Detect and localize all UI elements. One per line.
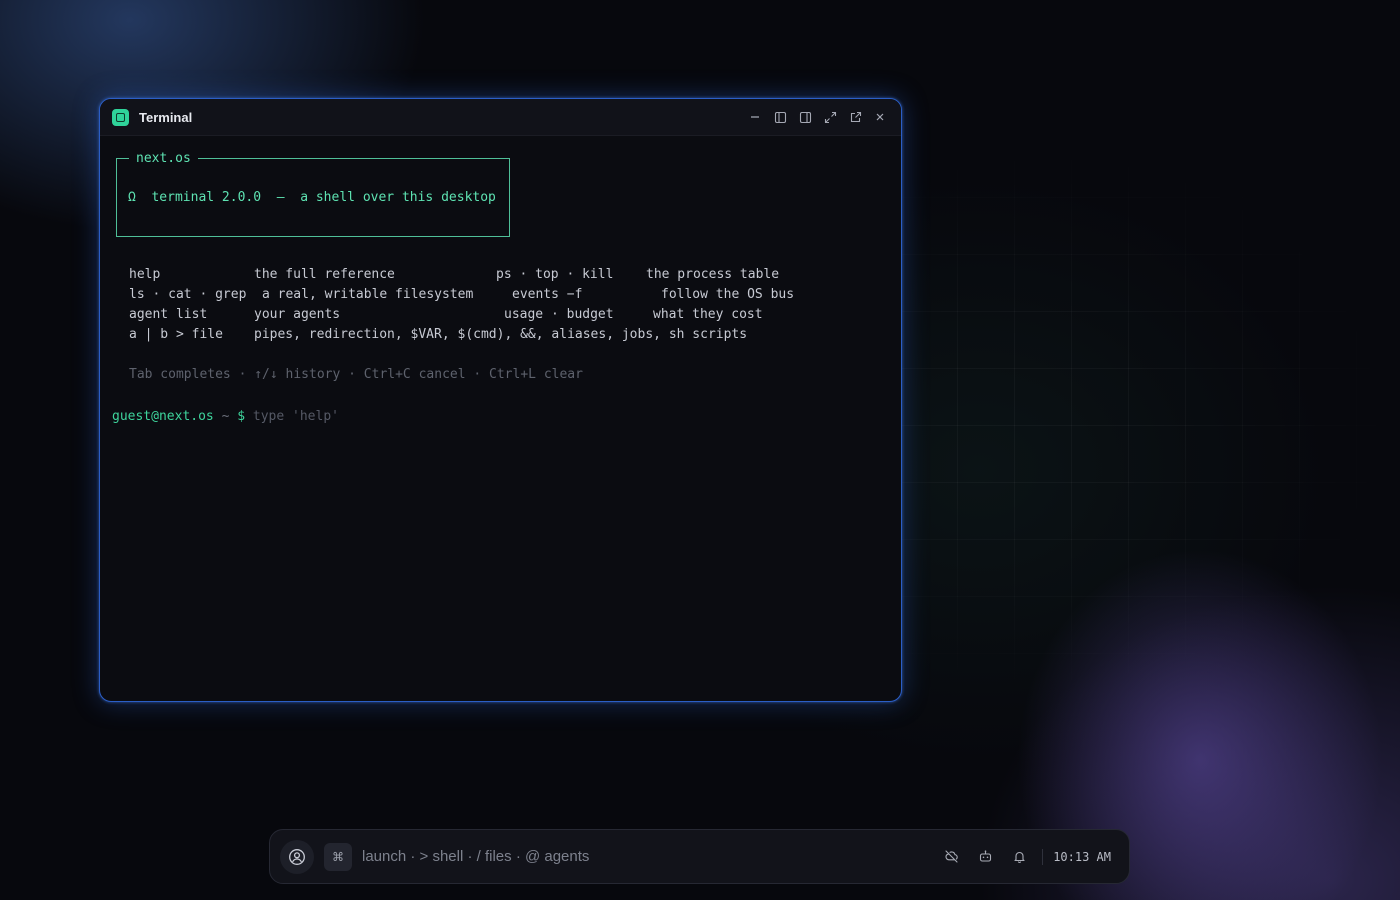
maximize-icon[interactable] — [821, 108, 839, 126]
help-description: pipes, redirection, $VAR, $(cmd), &&, al… — [254, 327, 748, 342]
popout-icon[interactable] — [846, 108, 864, 126]
desktop: Terminal next.os Ω terminal 2.0.0 — a sh… — [0, 0, 1400, 900]
help-description: a real, writable filesystem — [262, 287, 474, 302]
help-description: what they cost — [653, 307, 763, 322]
terminal-window[interactable]: Terminal next.os Ω terminal 2.0.0 — a sh… — [99, 98, 902, 702]
desktop-grid-pattern — [900, 140, 1400, 700]
welcome-banner: next.os Ω terminal 2.0.0 — a shell over … — [116, 149, 510, 237]
robot-icon[interactable] — [976, 848, 994, 866]
help-command: agent list — [129, 307, 208, 322]
banner-version: terminal 2.0.0 — [151, 190, 262, 205]
prompt-user-host: guest@next.os — [112, 409, 214, 424]
snap-left-icon[interactable] — [771, 108, 789, 126]
prompt-symbol: $ — [237, 409, 246, 424]
help-description: the full reference — [254, 267, 395, 282]
help-description: the process table — [646, 267, 780, 282]
help-description: your agents — [254, 307, 341, 322]
cloud-off-icon[interactable] — [942, 848, 960, 866]
taskbar: ⌘ launch · > shell · / files · @ agents … — [269, 829, 1130, 884]
banner-title: next.os — [129, 149, 198, 169]
system-tray: 10:13 AM — [926, 848, 1119, 866]
terminal-output[interactable]: next.os Ω terminal 2.0.0 — a shell over … — [100, 136, 901, 441]
clock[interactable]: 10:13 AM — [1053, 850, 1111, 864]
help-table: help the full reference ps · top · kill … — [113, 265, 888, 345]
banner-line: Ω terminal 2.0.0 — a shell over this des… — [117, 188, 509, 208]
prompt-line[interactable]: guest@next.os ~ $ — [112, 407, 888, 427]
terminal-app-icon — [112, 108, 129, 126]
command-key-button[interactable]: ⌘ — [324, 842, 352, 871]
help-command: ls · cat · grep — [129, 287, 247, 302]
window-titlebar[interactable]: Terminal — [100, 99, 901, 136]
help-command: events −f — [512, 287, 583, 302]
window-controls — [746, 108, 889, 126]
prompt-path: ~ — [221, 409, 230, 424]
keyboard-hint: Tab completes · ↑/↓ history · Ctrl+C can… — [129, 367, 583, 382]
banner-tagline: a shell over this desktop — [300, 190, 496, 205]
snap-right-icon[interactable] — [796, 108, 814, 126]
close-icon[interactable] — [871, 108, 889, 126]
omega-icon: Ω — [128, 190, 136, 205]
help-command: a | b > file — [129, 327, 223, 342]
minimize-icon[interactable] — [746, 108, 764, 126]
banner-dash: — — [276, 190, 285, 205]
launcher-input[interactable]: launch · > shell · / files · @ agents — [362, 848, 589, 865]
tray-divider — [1042, 848, 1044, 865]
user-circle-icon[interactable] — [280, 839, 314, 874]
help-description: follow the OS bus — [661, 287, 795, 302]
help-command: usage · budget — [504, 307, 614, 322]
help-command: ps · top · kill — [496, 267, 614, 282]
window-title: Terminal — [139, 109, 193, 125]
help-command: help — [129, 267, 161, 282]
command-input[interactable] — [252, 409, 653, 424]
bell-icon[interactable] — [1010, 848, 1028, 866]
